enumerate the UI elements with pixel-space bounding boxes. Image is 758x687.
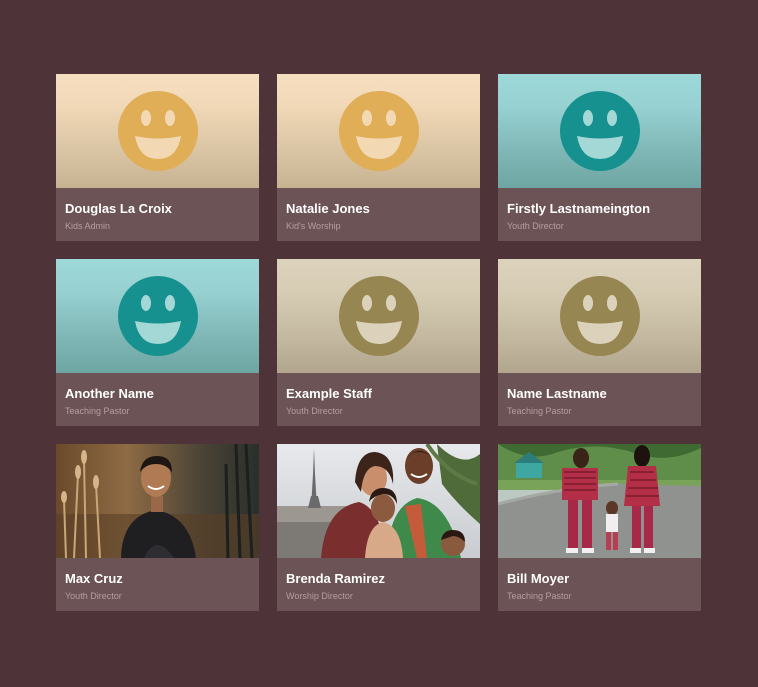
staff-card-example-staff[interactable]: Example Staff Youth Director [277,259,480,426]
smiley-icon [559,91,640,171]
smiley-icon [117,91,198,171]
staff-card-firstly-lastnameington[interactable]: Firstly Lastnameington Youth Director [498,74,701,241]
smiley-icon [338,91,419,171]
staff-card-natalie-jones[interactable]: Natalie Jones Kid's Worship [277,74,480,241]
smiley-icon [117,276,198,356]
staff-role: Youth Director [65,591,122,601]
staff-name: Bill Moyer [507,571,570,586]
staff-photo [498,444,701,558]
staff-avatar-placeholder [56,259,259,373]
staff-avatar-placeholder [498,74,701,188]
staff-role: Youth Director [286,406,343,416]
staff-photo [277,444,480,558]
staff-name: Brenda Ramirez [286,571,385,586]
staff-name: Another Name [65,386,154,401]
staff-role: Kid's Worship [286,221,341,231]
staff-photo [56,444,259,558]
staff-avatar-placeholder [277,259,480,373]
staff-role: Kids Admin [65,221,111,231]
staff-role: Worship Director [286,591,353,601]
staff-grid: Douglas La Croix Kids Admin Natalie Jone… [56,74,701,611]
staff-card-bill-moyer[interactable]: Bill Moyer Teaching Pastor [498,444,701,611]
staff-role: Teaching Pastor [65,406,130,416]
staff-name: Max Cruz [65,571,123,586]
staff-avatar-placeholder [498,259,701,373]
staff-name: Name Lastname [507,386,607,401]
staff-avatar-placeholder [277,74,480,188]
staff-name: Firstly Lastnameington [507,201,651,216]
staff-role: Youth Director [507,221,564,231]
staff-card-name-lastname[interactable]: Name Lastname Teaching Pastor [498,259,701,426]
smiley-icon [338,276,419,356]
staff-name: Natalie Jones [286,201,370,216]
staff-avatar-placeholder [56,74,259,188]
smiley-icon [559,276,640,356]
staff-role: Teaching Pastor [507,406,572,416]
staff-card-another-name[interactable]: Another Name Teaching Pastor [56,259,259,426]
staff-name: Douglas La Croix [65,201,172,216]
staff-card-douglas-la-croix[interactable]: Douglas La Croix Kids Admin [56,74,259,241]
staff-card-max-cruz[interactable]: Max Cruz Youth Director [56,444,259,611]
staff-role: Teaching Pastor [507,591,572,601]
staff-card-brenda-ramirez[interactable]: Brenda Ramirez Worship Director [277,444,480,611]
staff-name: Example Staff [286,386,372,401]
